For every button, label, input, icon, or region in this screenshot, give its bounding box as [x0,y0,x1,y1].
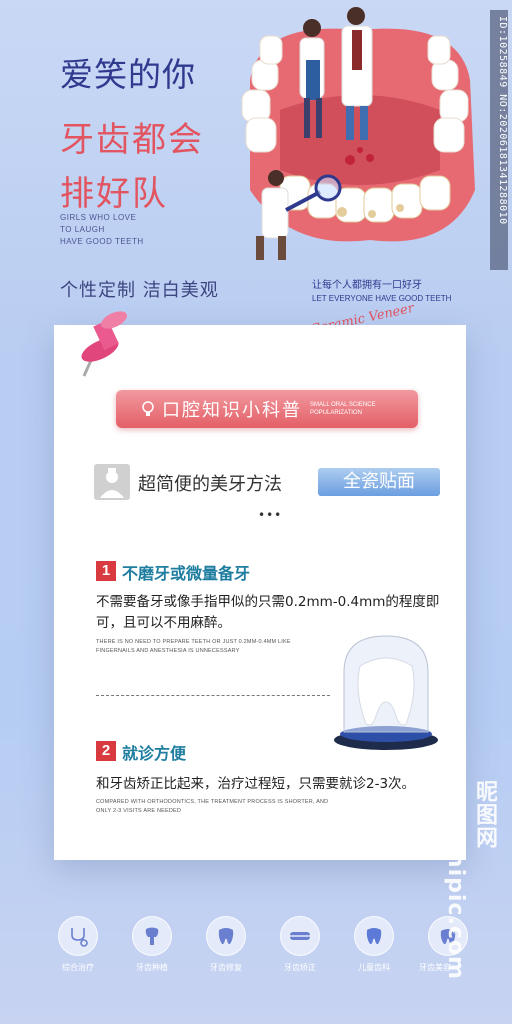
method-tag: 全瓷贴面 [318,468,440,496]
pushpin-icon [81,311,128,377]
english-tagline-line: GIRLS WHO LOVE [60,213,137,222]
item-number: 1 [96,561,116,581]
item-body: 和牙齿矫正比起来，治疗过程短，只需要就诊2-3次。 [96,776,416,792]
implant-icon[interactable] [132,916,172,956]
tooth-icon[interactable] [206,916,246,956]
banner-subtitle-line: POPULARIZATION [310,410,362,416]
slogan-right-cn: 让每个人都拥有一口好牙 [312,280,422,291]
item-heading: 不磨牙或微量备牙 [122,564,251,583]
watermark: 昵图网 www.nipic.com [443,780,497,980]
lightbulb-icon [142,401,154,416]
ellipsis-dots: ••• [258,508,283,522]
doctor-icon [94,464,130,500]
stethoscope-icon[interactable] [58,916,98,956]
headline-line-1: 爱笑的你 [60,55,196,94]
nav-label: 牙齿修复 [210,963,242,972]
bottom-nav: 综合治疗 牙齿种植 牙齿修复 牙齿矫正 儿童齿科 牙齿美容 [40,916,470,976]
item-number: 2 [96,741,116,761]
item-english: COMPARED WITH ORTHODONTICS, THE TREATMEN… [96,799,329,814]
nav-label: 综合治疗 [62,963,94,972]
banner-subtitle-line: SMALL ORAL SCIENCE [310,402,376,408]
nav-label: 牙齿种植 [136,963,168,972]
english-tagline: GIRLS WHO LOVE TO LAUGH HAVE GOOD TEETH [60,212,144,248]
kids-tooth-icon[interactable] [354,916,394,956]
divider [96,695,330,696]
science-banner: 口腔知识小科普 SMALL ORAL SCIENCE POPULARIZATIO… [116,390,418,428]
slogan: 个性定制 洁白美观 [60,280,219,301]
headline-line-2: 牙齿都会 [60,120,204,160]
banner-title: 口腔知识小科普 [162,400,302,421]
banner-subtitle: SMALL ORAL SCIENCE POPULARIZATION [310,401,376,417]
english-tagline-line: TO LAUGH [60,225,105,234]
braces-icon[interactable] [280,916,320,956]
item-heading: 就诊方便 [122,744,187,763]
image-id-strip: ID:10258849 NO:20206181341288010 [490,10,508,270]
method-title: 超简便的美牙方法 [138,474,282,495]
item-english: THERE IS NO NEED TO PREPARE TEETH OR JUS… [96,639,291,654]
slogan-right-en: LET EVERYONE HAVE GOOD TEETH [312,294,452,303]
english-tagline-line: HAVE GOOD TEETH [60,237,144,246]
nav-label: 儿童齿科 [358,963,390,972]
nav-label: 牙齿矫正 [284,963,316,972]
headline-line-3: 排好队 [60,174,168,214]
item-body: 不需要备牙或像手指甲似的只需0.2mm-0.4mm的程度即可，且可以不用麻醉。 [96,594,440,631]
teeth-illustration [241,7,475,260]
tooth-dome-illustration [334,635,438,750]
